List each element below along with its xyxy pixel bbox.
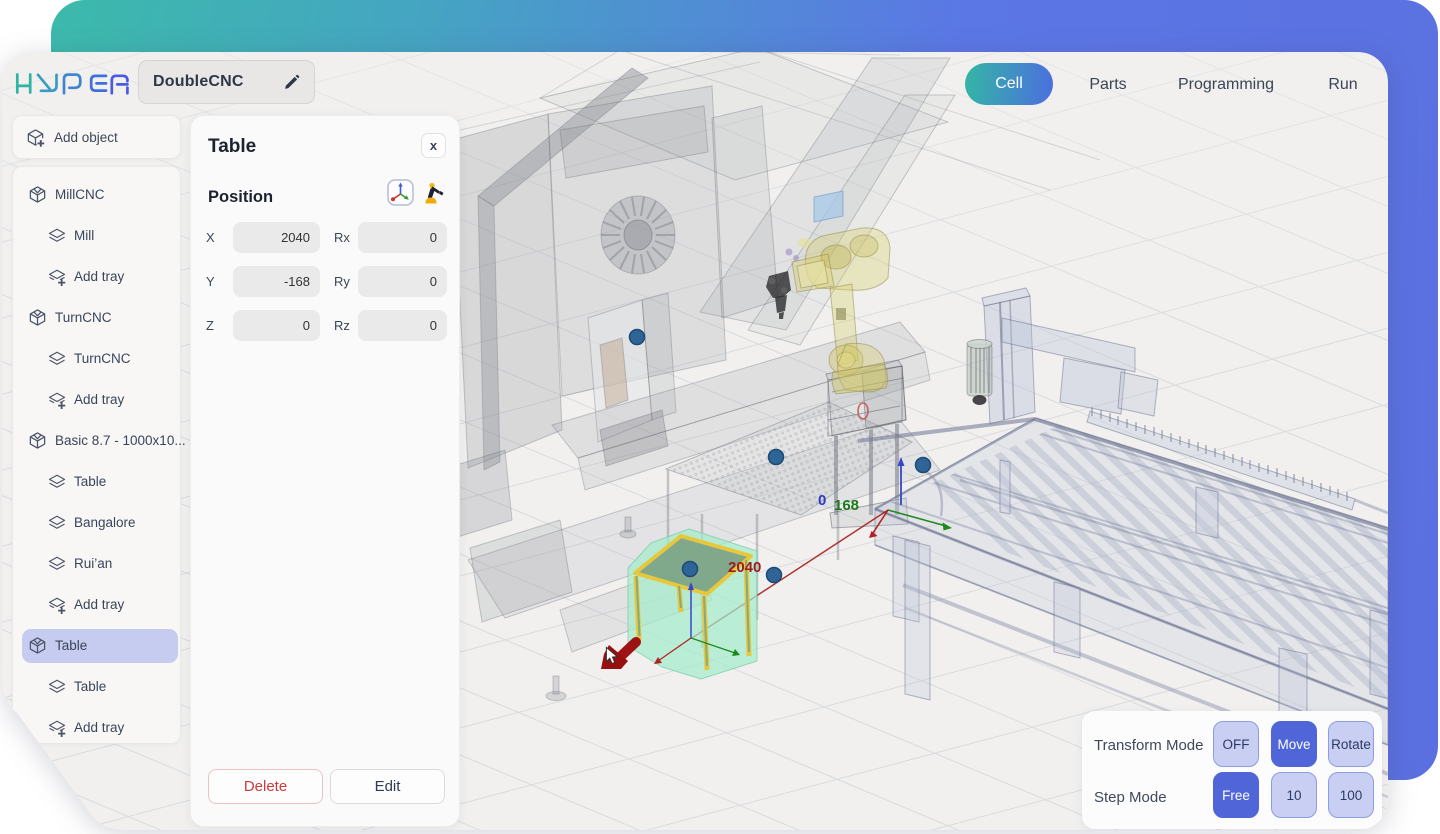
svg-text:2040: 2040 <box>728 559 761 576</box>
svg-text:0: 0 <box>818 492 826 509</box>
svg-text:168: 168 <box>834 497 859 514</box>
